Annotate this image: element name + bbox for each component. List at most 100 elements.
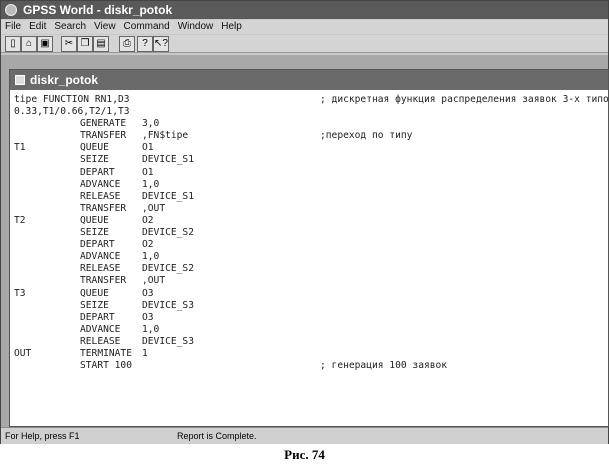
copy-button[interactable]: ❐ xyxy=(77,36,93,52)
menu-help[interactable]: Help xyxy=(221,21,242,32)
code-line: 0.33,T1/0.66,T2/1,T3 xyxy=(14,106,608,118)
code-operand: 1,0 xyxy=(142,178,160,190)
cut-icon: ✂ xyxy=(64,38,74,49)
editor-window: diskr_potok tipe FUNCTION RN1,D3 ; дискре… xyxy=(9,69,609,427)
code-line: T3 QUEUE O3 xyxy=(14,288,608,300)
code-operand: O1 xyxy=(142,142,154,154)
code-comment: ;переход по типу xyxy=(320,130,413,142)
code-operation: QUEUE xyxy=(80,214,109,226)
code-operand: 3,0 xyxy=(142,118,160,130)
status-bar: For Help, press F1 Report is Complete. xyxy=(1,427,608,444)
menu-edit[interactable]: Edit xyxy=(29,21,46,32)
code-operand: O2 xyxy=(142,239,154,251)
new-icon: ▯ xyxy=(10,38,16,49)
code-line: tipe FUNCTION RN1,D3 ; дискретная функция… xyxy=(14,94,609,106)
menu-search[interactable]: Search xyxy=(54,21,86,32)
code-operation: TRANSFER xyxy=(80,275,127,287)
code-line: TRANSFER ,FN$tipe ;переход по типу xyxy=(14,130,608,142)
code-operation: TERMINATE xyxy=(80,347,132,359)
code-operand: DEVICE_S1 xyxy=(142,154,194,166)
code-line: RELEASE DEVICE_S1 xyxy=(14,191,608,203)
code-label: T3 xyxy=(14,287,26,299)
title-bar: GPSS World - diskr_potok xyxy=(1,1,608,19)
editor-title: diskr_potok xyxy=(30,73,99,87)
code-label: 0.33,T1/0.66,T2/1,T3 xyxy=(14,106,130,118)
code-line: TRANSFER ,OUT xyxy=(14,203,608,215)
code-label: OUT xyxy=(14,347,32,359)
status-help: For Help, press F1 xyxy=(5,431,80,441)
menu-window[interactable]: Window xyxy=(178,21,214,32)
toolbar: ▯ ⌂ ▣ ✂ ❐ ▤ ⎙? ↖? xyxy=(1,35,608,53)
code-operation: QUEUE xyxy=(80,142,109,154)
code-operand: O2 xyxy=(142,214,154,226)
window-title: GPSS World - diskr_potok xyxy=(23,3,173,17)
code-line: DEPART O3 xyxy=(14,312,608,324)
code-operation: DEPART xyxy=(80,239,115,251)
code-operand: DEVICE_S1 xyxy=(142,190,194,202)
code-line: GENERATE 3,0 xyxy=(14,118,608,130)
app-icon xyxy=(5,4,17,16)
help-icon: ? xyxy=(142,38,148,49)
figure-caption: Рис. 74 xyxy=(284,447,325,462)
code-operand: ,OUT xyxy=(142,275,166,287)
code-line: DEPART O2 xyxy=(14,239,608,251)
document-icon xyxy=(15,75,25,85)
menu-view[interactable]: View xyxy=(94,21,116,32)
status-message: Report is Complete. xyxy=(177,431,257,441)
code-line: ADVANCE 1,0 xyxy=(14,251,608,263)
code-line: OUT TERMINATE 1 xyxy=(14,348,608,360)
menu-command[interactable]: Command xyxy=(124,21,170,32)
code-operand: O1 xyxy=(142,166,154,178)
code-operand: 1,0 xyxy=(142,323,160,335)
code-line: START 100 ; генерация 100 заявок xyxy=(14,360,608,372)
code-line: SEIZE DEVICE_S2 xyxy=(14,227,608,239)
mdi-area: diskr_potok tipe FUNCTION RN1,D3 ; дискре… xyxy=(1,55,609,427)
paste-button[interactable]: ▤ xyxy=(93,36,109,52)
cut-button[interactable]: ✂ xyxy=(61,36,77,52)
open-button[interactable]: ⌂ xyxy=(21,36,37,52)
code-operand: DEVICE_S3 xyxy=(142,299,194,311)
code-operation: GENERATE xyxy=(80,118,127,130)
code-operand: O3 xyxy=(142,311,154,323)
code-operand: DEVICE_S2 xyxy=(142,263,194,275)
code-operation: ADVANCE xyxy=(80,178,121,190)
code-line: T1 QUEUE O1 xyxy=(14,142,608,154)
code-operation: RELEASE xyxy=(80,190,121,202)
code-label: T1 xyxy=(14,142,26,154)
new-button[interactable]: ▯ xyxy=(5,36,21,52)
copy-icon: ❐ xyxy=(80,38,90,49)
menu-file[interactable]: File xyxy=(5,21,21,32)
code-operation: QUEUE xyxy=(80,287,109,299)
print-button[interactable]: ⎙ xyxy=(119,36,135,52)
code-operation: SEIZE xyxy=(80,154,109,166)
code-operation: START 100 xyxy=(80,360,132,372)
code-operation: TRANSFER xyxy=(80,202,127,214)
save-icon: ▣ xyxy=(40,38,50,49)
save-button[interactable]: ▣ xyxy=(37,36,53,52)
menu-bar: File Edit Search View Command Window Help xyxy=(1,20,608,34)
code-line: ADVANCE 1,0 xyxy=(14,324,608,336)
code-line: DEPART O1 xyxy=(14,167,608,179)
code-line: ADVANCE 1,0 xyxy=(14,179,608,191)
code-operation: SEIZE xyxy=(80,299,109,311)
open-icon: ⌂ xyxy=(25,38,33,49)
code-operation: ADVANCE xyxy=(80,251,121,263)
code-line: RELEASE DEVICE_S2 xyxy=(14,263,608,275)
editor-title-bar: diskr_potok xyxy=(10,70,608,90)
code-editor[interactable]: tipe FUNCTION RN1,D3 ; дискретная функция… xyxy=(14,94,609,424)
code-operand: O3 xyxy=(142,287,154,299)
help-button[interactable]: ? xyxy=(137,36,153,52)
paste-icon: ▤ xyxy=(96,38,106,49)
code-operand: 1 xyxy=(142,347,148,359)
print-icon: ⎙ xyxy=(123,38,131,49)
code-line: TRANSFER ,OUT xyxy=(14,275,608,287)
code-comment: ; генерация 100 заявок xyxy=(320,360,448,372)
code-operation: ADVANCE xyxy=(80,323,121,335)
code-operand: ,FN$tipe xyxy=(142,130,189,142)
code-line: SEIZE DEVICE_S1 xyxy=(14,154,608,166)
code-operation: TRANSFER xyxy=(80,130,127,142)
code-operand: DEVICE_S2 xyxy=(142,227,194,239)
context-help-button[interactable]: ↖? xyxy=(153,36,169,52)
code-line: RELEASE DEVICE_S3 xyxy=(14,336,608,348)
code-operand: 1,0 xyxy=(142,251,160,263)
